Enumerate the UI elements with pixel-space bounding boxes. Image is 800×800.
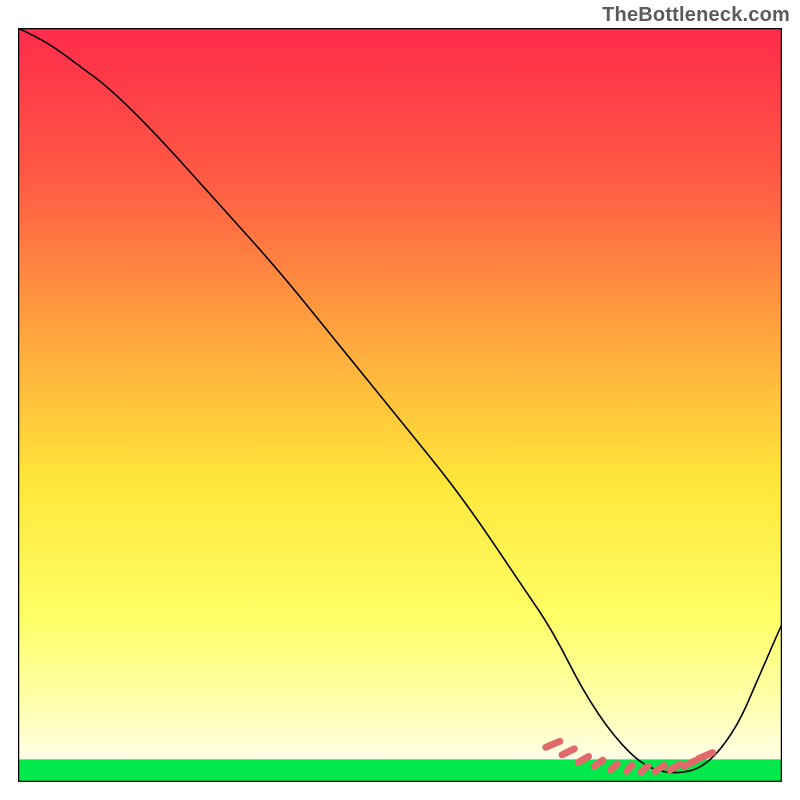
flat-marker bbox=[627, 765, 632, 771]
gradient-background bbox=[18, 28, 782, 782]
flat-marker bbox=[611, 764, 618, 770]
chart-svg bbox=[18, 28, 782, 782]
watermark-text: TheBottleneck.com bbox=[602, 4, 790, 27]
flat-marker bbox=[641, 766, 648, 772]
chart-stage: TheBottleneck.com bbox=[0, 0, 800, 800]
flat-marker bbox=[594, 760, 603, 766]
flat-marker bbox=[655, 765, 664, 771]
plot-area bbox=[18, 28, 782, 782]
